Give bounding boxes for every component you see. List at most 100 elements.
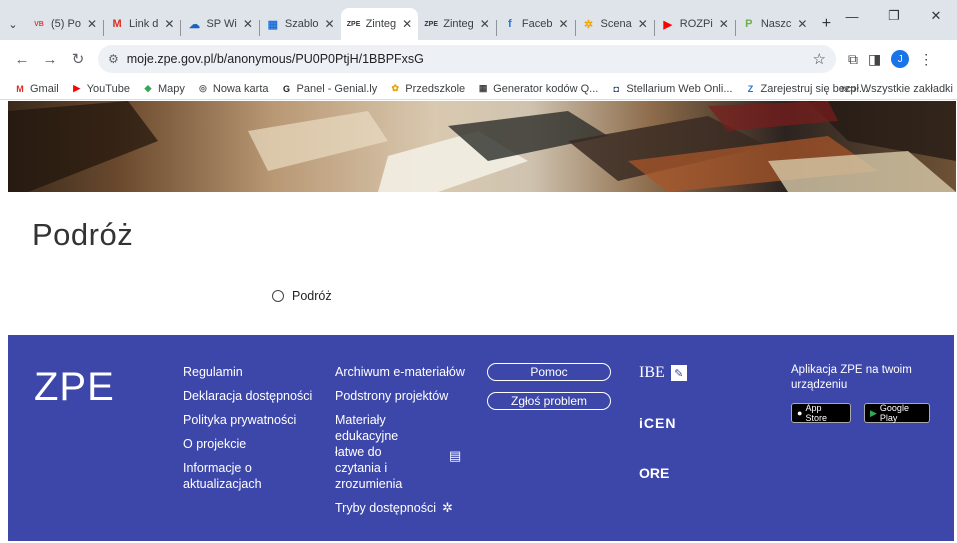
footer-link-updates[interactable]: Informacje o aktualizacjach — [183, 460, 283, 492]
ore-logo[interactable]: ORE — [639, 465, 669, 481]
footer-link-easy-read[interactable]: Materiały edukacyjne łatwe do czytania i… — [335, 412, 427, 492]
browser-tab[interactable]: ZPE Zinteg ✕ — [340, 8, 419, 40]
bookmark-favicon-icon: ✿ — [391, 83, 399, 93]
all-bookmarks-button[interactable]: ▭ Wszystkie zakładki — [845, 82, 953, 96]
browser-tab[interactable]: ▦ Szablo ✕ — [260, 8, 341, 40]
reload-icon[interactable]: ↻ — [64, 45, 92, 73]
tab-title: (5) Po — [51, 18, 81, 30]
tab-title: Zinteg — [443, 18, 474, 30]
tab-title: Szablo — [284, 18, 319, 30]
tab-title: SP Wi — [206, 18, 237, 30]
radio-option[interactable]: Podróż — [272, 289, 332, 303]
books-illustration — [8, 101, 956, 192]
footer-link-privacy[interactable]: Polityka prywatności — [183, 412, 318, 428]
ibe-logo[interactable]: IBE ✎ — [639, 364, 687, 382]
bookmark-label: Gmail — [30, 82, 59, 95]
radio-button[interactable] — [272, 290, 284, 302]
ore-logo-text: ORE — [639, 465, 670, 481]
tab-favicon-icon: f — [508, 18, 512, 30]
google-play-label: Google Play — [879, 403, 909, 423]
bookmark-favicon-icon: ▦ — [478, 83, 488, 93]
bookmarks-bar: M Gmail ▶ YouTube ◆ Mapy ◎ Nowa karta G Panel - G… — [0, 78, 957, 100]
bookmark-favicon-icon: ◘ — [613, 83, 620, 94]
footer-link-accessibility[interactable]: Deklaracja dostępności — [183, 388, 318, 404]
tab-favicon-icon: ZPE — [424, 20, 439, 28]
bookmark-favicon-icon: M — [16, 83, 24, 94]
tab-close-icon[interactable]: ✕ — [164, 17, 174, 31]
bookmark-label: YouTube — [86, 82, 130, 95]
browser-tab[interactable]: ✲ Scena ✕ — [576, 8, 654, 40]
tab-close-icon[interactable]: ✕ — [480, 17, 490, 31]
tab-title: ROZPi — [679, 18, 713, 30]
site-info-icon[interactable]: ⚙ — [108, 52, 119, 66]
tab-close-icon[interactable]: ✕ — [243, 17, 253, 31]
books-banner-image — [8, 101, 956, 192]
minimize-icon[interactable]: — — [831, 0, 873, 32]
bookmark-item[interactable]: G Panel - Genial.ly — [281, 83, 377, 95]
sidepanel-icon[interactable]: ◨ — [868, 51, 881, 68]
tab-close-icon[interactable]: ✕ — [719, 17, 729, 31]
bookmark-star-icon[interactable]: ☆ — [813, 50, 826, 68]
bookmark-item[interactable]: ◆ Mapy — [142, 83, 185, 95]
tab-favicon-icon: P — [745, 18, 753, 30]
tab-title: Link d — [129, 18, 159, 30]
accessibility-icon: ✲ — [441, 500, 453, 515]
bookmark-favicon-icon: ▶ — [73, 83, 81, 93]
extensions-icon[interactable]: ⧉ — [848, 51, 858, 68]
restore-icon[interactable]: ❐ — [873, 0, 915, 32]
app-store-button[interactable]: ● App Store — [791, 403, 851, 423]
google-play-button[interactable]: ▶ Google Play — [864, 403, 930, 423]
app-store-label: App Store — [805, 403, 827, 423]
footer-link-archive[interactable]: Archiwum e-materiałów — [335, 364, 475, 380]
icen-logo[interactable]: iCEN — [639, 415, 676, 431]
footer-link-regulamin[interactable]: Regulamin — [183, 364, 318, 380]
bookmark-item[interactable]: ◘ Stellarium Web Onli... — [610, 83, 733, 95]
tab-close-icon[interactable]: ✕ — [558, 17, 568, 31]
close-window-icon[interactable]: ✕ — [915, 0, 957, 32]
tab-close-icon[interactable]: ✕ — [325, 17, 335, 31]
tab-close-icon[interactable]: ✕ — [402, 17, 412, 31]
tab-strip: ⌄ VB (5) Po ✕ M Link d ✕ ☁ SP Wi ✕ ▦ Szablo ✕ ZPE Zin… — [0, 0, 957, 40]
bookmark-favicon-icon: ◎ — [198, 83, 207, 93]
tab-title: Naszc — [760, 18, 792, 30]
play-icon: ▶ — [870, 407, 877, 418]
bookmark-label: Przedszkole — [405, 82, 466, 95]
tab-favicon-icon: ✲ — [583, 18, 594, 31]
back-icon[interactable]: ← — [8, 45, 36, 73]
report-problem-button[interactable]: Zgłoś problem — [487, 392, 611, 410]
tab-close-icon[interactable]: ✕ — [87, 17, 97, 31]
footer-link-about[interactable]: O projekcie — [183, 436, 318, 452]
zpe-logo[interactable]: ZPE — [34, 365, 115, 410]
bookmark-label: Nowa karta — [212, 82, 269, 95]
footer-link-project-pages[interactable]: Podstrony projektów — [335, 388, 475, 404]
tab-favicon-icon: ▦ — [267, 18, 279, 31]
tab-favicon-icon: ☁ — [188, 18, 200, 31]
menu-icon[interactable]: ⋮ — [919, 51, 933, 68]
bookmark-item[interactable]: ▦ Generator kodów Q... — [477, 83, 598, 95]
browser-tab[interactable]: f Faceb ✕ — [497, 8, 575, 40]
browser-tab[interactable]: M Link d ✕ — [104, 8, 180, 40]
bookmark-item[interactable]: ▶ YouTube — [71, 83, 130, 95]
easy-read-icon: ▤ — [449, 448, 462, 463]
browser-tab[interactable]: ▶ ROZPi ✕ — [655, 8, 735, 40]
site-footer: ZPE Regulamin Deklaracja dostępności Pol… — [8, 335, 954, 541]
browser-tab[interactable]: VB (5) Po ✕ — [26, 8, 103, 40]
avatar[interactable]: J — [891, 50, 910, 68]
bookmark-item[interactable]: ◎ Nowa karta — [197, 83, 269, 95]
footer-link-accessibility-modes[interactable]: Tryby dostępności — [335, 500, 436, 516]
browser-tab[interactable]: P Naszc ✕ — [736, 8, 814, 40]
browser-tab[interactable]: ZPE Zinteg ✕ — [418, 8, 496, 40]
bookmark-item[interactable]: ✿ Przedszkole — [389, 83, 465, 95]
bookmark-label: Mapy — [157, 82, 185, 95]
browser-tab[interactable]: ☁ SP Wi ✕ — [181, 8, 258, 40]
tab-close-icon[interactable]: ✕ — [638, 17, 648, 31]
apple-icon: ● — [797, 408, 803, 418]
folder-icon: ▭ — [845, 83, 856, 95]
forward-icon[interactable]: → — [36, 45, 64, 73]
tab-favicon-icon: M — [112, 18, 122, 30]
help-button[interactable]: Pomoc — [487, 363, 611, 381]
tab-close-icon[interactable]: ✕ — [797, 17, 807, 31]
bookmark-item[interactable]: M Gmail — [14, 82, 59, 95]
address-bar[interactable]: ⚙ moje.zpe.gov.pl/b/anonymous/PU0P0PtjH/… — [98, 45, 836, 73]
tab-search-icon[interactable]: ⌄ — [0, 8, 26, 40]
